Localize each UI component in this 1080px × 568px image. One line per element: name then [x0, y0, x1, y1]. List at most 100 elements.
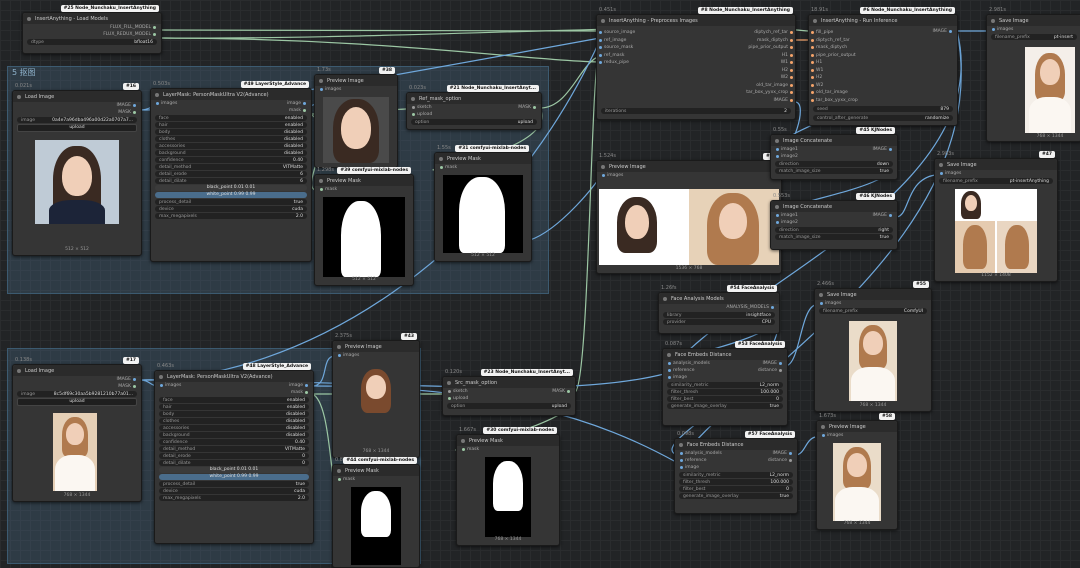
input-pin[interactable] — [820, 302, 823, 305]
output-pin[interactable] — [889, 214, 892, 217]
output-pin[interactable] — [779, 369, 782, 372]
input-pin[interactable] — [599, 61, 602, 65]
node-preview-mask[interactable]: 1.298s #39 comfyui-mixlab-nodes Preview … — [314, 167, 414, 286]
direction-select[interactable]: direction right — [775, 227, 893, 233]
node-person-mask-ultra[interactable]: 0.503s #49 LayerStyle_Advance LayerMask:… — [150, 81, 312, 262]
input-pin[interactable] — [811, 38, 814, 42]
input-pin[interactable] — [160, 384, 163, 387]
output-pin[interactable] — [305, 384, 308, 387]
option-select[interactable]: option upload — [411, 119, 537, 125]
image-select[interactable]: image 8c5df69c30aa5b9281210b77a01... — [17, 391, 137, 397]
output-pin[interactable] — [789, 459, 792, 462]
node-preprocess-images[interactable]: 0.451s #8 Node_Nunchaku_InsertAnything I… — [596, 7, 796, 120]
output-pin[interactable] — [790, 83, 793, 87]
node-person-mask-ultra[interactable]: 0.463s #48 LayerStyle_Advance LayerMask:… — [154, 363, 314, 544]
confidence-widget[interactable]: confidence 0.40 — [159, 439, 309, 445]
output-pin[interactable] — [790, 76, 793, 80]
process-detail-widget[interactable]: process_detail true — [155, 199, 307, 205]
output-pin[interactable] — [305, 391, 308, 394]
output-pin[interactable] — [790, 91, 793, 95]
input-pin[interactable] — [668, 369, 671, 372]
filter-best-widget[interactable]: filter_best 0 — [679, 486, 793, 492]
face-widget[interactable]: face enabled — [159, 397, 309, 403]
filename-prefix-input[interactable]: filename_prefix pt-insert — [991, 34, 1077, 40]
black-point-slider[interactable]: black_point 0.01 0.01 — [159, 467, 309, 473]
input-pin[interactable] — [776, 155, 779, 158]
input-pin[interactable] — [776, 221, 779, 224]
filter-thresh-widget[interactable]: filter_thresh 100.000 — [667, 389, 783, 395]
output-pin[interactable] — [949, 30, 952, 33]
collapse-dot-icon[interactable] — [991, 18, 995, 23]
collapse-dot-icon[interactable] — [601, 18, 605, 23]
device-widget[interactable]: device cuda — [155, 206, 307, 212]
similarity-metric-widget[interactable]: similarity_metric L2_norm — [667, 382, 783, 388]
upload-button[interactable]: upload — [17, 398, 137, 406]
body-widget[interactable]: body disabled — [155, 129, 307, 135]
control-after-generate-select[interactable]: control_after_generate randomize — [813, 115, 953, 121]
output-pin[interactable] — [790, 53, 793, 57]
input-pin[interactable] — [811, 61, 814, 65]
output-pin[interactable] — [889, 148, 892, 151]
input-pin[interactable] — [320, 188, 323, 191]
input-pin[interactable] — [448, 390, 451, 393]
generate-image-overlay-widget[interactable]: generate_image_overlay true — [667, 403, 783, 409]
node-run-inference[interactable]: 18.91s #6 Node_Nunchaku_InsertAnything I… — [808, 7, 958, 126]
node-face-embeds-distance[interactable]: 0.098s #57 FaceAnalysis Face Embeds Dist… — [674, 431, 798, 514]
input-pin[interactable] — [412, 106, 415, 109]
input-pin[interactable] — [680, 459, 683, 462]
body-widget[interactable]: body disabled — [159, 411, 309, 417]
node-face-analysis-models[interactable]: 1.26fs #54 FaceAnalysis Face Analysis Mo… — [658, 285, 780, 334]
node-preview-mask[interactable]: 1.55s #31 comfyui-mixlab-nodes Preview M… — [434, 145, 532, 262]
node-src-mask-option[interactable]: 0.120s #23 Node_Nunchaku_InsertAnyt... S… — [442, 369, 576, 416]
input-pin[interactable] — [338, 478, 341, 481]
filter-thresh-widget[interactable]: filter_thresh 100.000 — [679, 479, 793, 485]
output-pin[interactable] — [790, 68, 793, 72]
input-pin[interactable] — [462, 448, 465, 451]
collapse-dot-icon[interactable] — [155, 92, 159, 97]
node-save-image[interactable]: 2.983s #47 Save Image images filename_pr… — [934, 151, 1058, 282]
input-pin[interactable] — [599, 53, 602, 57]
max-megapixels-widget[interactable]: max_megapixels 2.0 — [159, 495, 309, 501]
input-pin[interactable] — [440, 166, 443, 169]
input-pin[interactable] — [680, 466, 683, 469]
clothes-widget[interactable]: clothes disabled — [155, 136, 307, 142]
input-pin[interactable] — [776, 214, 779, 217]
generate-image-overlay-widget[interactable]: generate_image_overlay true — [679, 493, 793, 499]
accessories-widget[interactable]: accessories disabled — [155, 143, 307, 149]
input-pin[interactable] — [940, 172, 943, 175]
node-ref-mask-option[interactable]: 0.023s #21 Node_Nunchaku_InsertAnyt... R… — [406, 85, 542, 130]
input-pin[interactable] — [599, 46, 602, 50]
output-pin[interactable] — [133, 378, 136, 381]
input-pin[interactable] — [680, 452, 683, 455]
detail-erode-widget[interactable]: detail_erode 0 — [159, 453, 309, 459]
match-image-size-toggle[interactable]: match_image_size true — [775, 168, 893, 174]
collapse-dot-icon[interactable] — [813, 18, 817, 23]
collapse-dot-icon[interactable] — [601, 164, 605, 169]
node-load-image-source[interactable]: 0.138s #17 Load Image IMAGE MASK image 8c… — [12, 357, 142, 502]
output-pin[interactable] — [133, 104, 136, 107]
collapse-dot-icon[interactable] — [775, 204, 779, 209]
confidence-widget[interactable]: confidence 0.40 — [155, 157, 307, 163]
output-pin[interactable] — [790, 46, 793, 50]
input-pin[interactable] — [602, 174, 605, 177]
seed-input[interactable]: seed 879 — [813, 106, 953, 112]
input-pin[interactable] — [338, 354, 341, 357]
white-point-slider[interactable]: white_point 0.99 0.99 — [155, 192, 307, 198]
max-megapixels-widget[interactable]: max_megapixels 2.0 — [155, 213, 307, 219]
node-face-embeds-distance[interactable]: 0.087s #53 FaceAnalysis Face Embeds Dist… — [662, 341, 788, 426]
input-pin[interactable] — [320, 88, 323, 91]
output-pin[interactable] — [303, 109, 306, 112]
collapse-dot-icon[interactable] — [439, 156, 443, 161]
input-pin[interactable] — [599, 38, 602, 42]
image-select[interactable]: image 0a4e7a96dba496a00d22a0707a7... — [17, 117, 137, 123]
output-pin[interactable] — [790, 38, 793, 42]
filter-best-widget[interactable]: filter_best 0 — [667, 396, 783, 402]
input-pin[interactable] — [412, 113, 415, 116]
node-load-models[interactable]: #25 Node_Nunchaku_InsertAnything InsertA… — [22, 5, 162, 54]
input-pin[interactable] — [811, 83, 814, 87]
input-pin[interactable] — [448, 397, 451, 400]
input-pin[interactable] — [776, 148, 779, 151]
filename-prefix-input[interactable]: filename_prefix ComfyUI — [819, 308, 927, 314]
collapse-dot-icon[interactable] — [337, 344, 341, 349]
detail-dilate-widget[interactable]: detail_dilate 0 — [159, 460, 309, 466]
